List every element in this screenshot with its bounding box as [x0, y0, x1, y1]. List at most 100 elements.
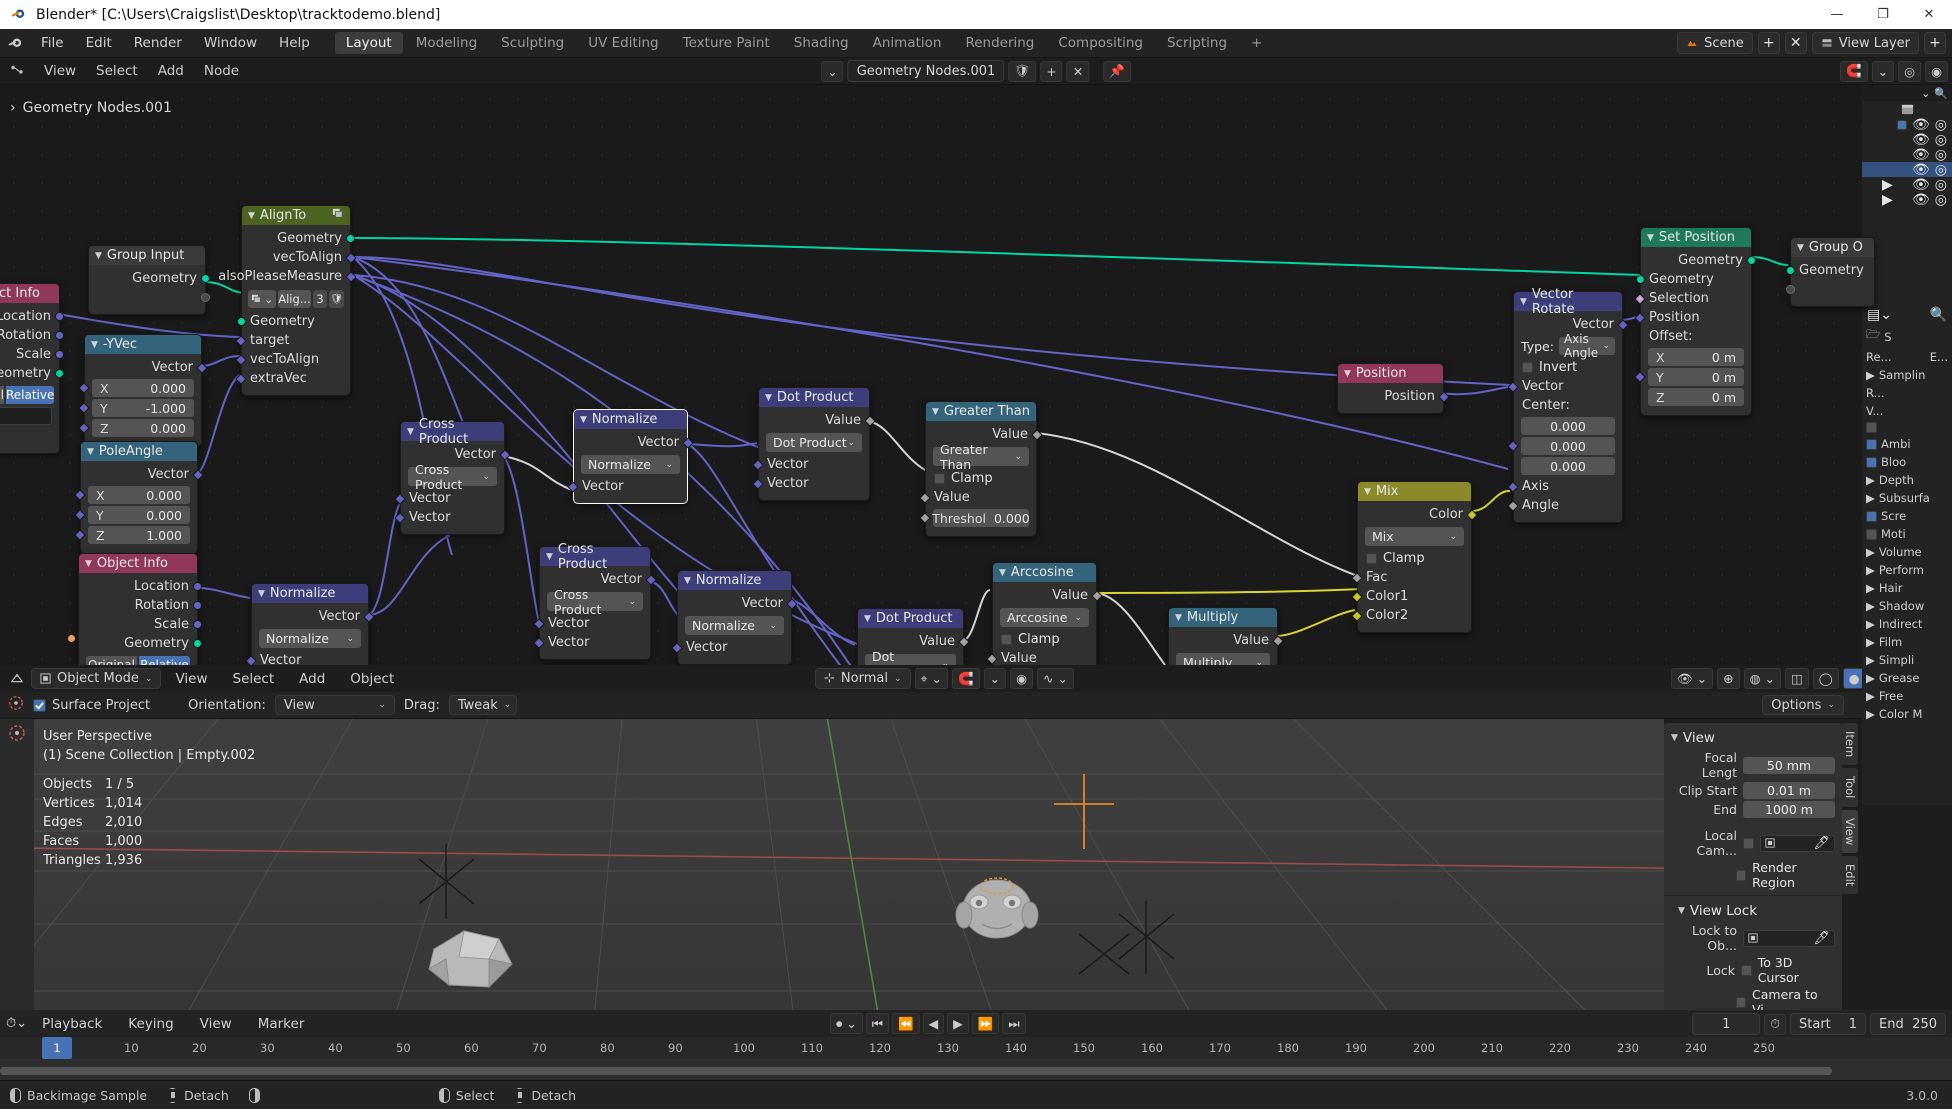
offset-z-field[interactable]: Z 0 m [1648, 388, 1744, 406]
tab-edit[interactable]: Edit [1842, 855, 1858, 895]
clip-start-value[interactable]: 0.01 m [1743, 782, 1835, 799]
viewport-menu-add[interactable]: Add [288, 668, 336, 690]
geometry-socket[interactable] [193, 638, 202, 648]
node-header[interactable]: ▼ -YVec [85, 335, 201, 354]
prop-item[interactable]: ▶ Indirect [1862, 615, 1952, 633]
geometry-socket[interactable] [1747, 255, 1756, 265]
node-dot-product-b[interactable]: ▼ Dot Product Value Dot Product ⌄ Vector… [857, 608, 970, 665]
eye-icon[interactable]: 👁 [1912, 147, 1930, 163]
node-group-input[interactable]: ▼ Group Input Geometry [88, 245, 210, 315]
output-socket-row[interactable]: Scale [0, 345, 64, 364]
viewlayer-selector[interactable]: View Layer [1811, 32, 1919, 54]
collapse-chevron-icon[interactable]: ▼ [258, 589, 265, 599]
workspace-tab-shading[interactable]: Shading [783, 32, 860, 54]
eye-icon[interactable]: 👁 [1912, 177, 1930, 193]
node-alignto-group[interactable]: ▼ AlignTo Geometry vecToAlign alsoPlease… [218, 205, 357, 396]
camera-icon[interactable]: ◎ [1935, 117, 1947, 133]
node-vector-rotate[interactable]: ▼ Vector Rotate Vector Type: Axis Angle … [1507, 287, 1629, 523]
object-socket[interactable] [67, 633, 76, 643]
expand-triangle-icon[interactable]: ▶ [1862, 177, 1893, 193]
tool-tweak-icon[interactable] [8, 724, 26, 746]
new-scene-button[interactable]: + [1757, 32, 1780, 54]
editor-type-icon[interactable] [0, 64, 34, 78]
proportional-editing-button[interactable]: ◉ [1010, 668, 1033, 689]
search-icon[interactable]: 🔍 [1930, 307, 1947, 323]
node-header[interactable]: ▼ Normalize [678, 571, 791, 590]
node-multiply[interactable]: ▼ Multiply Value Multiply ⌄ Clamp Value [1168, 607, 1284, 665]
node-greater-than[interactable]: ▼ Greater Than Value Greater Than ⌄ Clam… [919, 401, 1043, 537]
camera-icon[interactable]: ◎ [1935, 132, 1947, 148]
output-socket-row[interactable]: Geometry [89, 269, 210, 288]
geometry-socket[interactable] [1786, 265, 1795, 275]
checkbox[interactable] [1866, 510, 1877, 522]
node-object-info-top[interactable]: ▼ Object Info Location Rotation Scale Ge… [0, 283, 64, 454]
playhead[interactable]: 1 [42, 1037, 72, 1059]
workspace-tab-scripting[interactable]: Scripting [1156, 32, 1238, 54]
output-socket-row[interactable]: vecToAlign [242, 248, 357, 267]
input-socket-row[interactable]: Color2 [1351, 606, 1471, 625]
vector-socket[interactable] [193, 619, 202, 629]
editor-type-timeline-icon[interactable]: ⏱⌄ [6, 1016, 27, 1031]
node-header[interactable]: ▼ Greater Than [926, 402, 1036, 421]
prop-item[interactable]: ▶ Depth [1862, 471, 1952, 489]
prop-item[interactable]: ▶ Hair [1862, 579, 1952, 597]
outliner-row[interactable]: 👁 ◎ [1862, 147, 1952, 163]
node-normalize-a[interactable]: ▼ Normalize Vector Normalize ⌄ Vector [245, 583, 375, 665]
collapse-chevron-icon[interactable]: ▼ [95, 251, 102, 261]
prop-item[interactable]: ▶ Grease [1862, 669, 1952, 687]
view-lock-header[interactable]: ▼ View Lock [1664, 900, 1842, 922]
node-menu-node[interactable]: Node [194, 61, 249, 82]
pin-button[interactable]: 📌 [1103, 60, 1131, 82]
rotation-type-row[interactable]: Type: Axis Angle ⌄ [1521, 332, 1615, 360]
output-socket-row[interactable]: Value [858, 632, 970, 651]
node-header[interactable]: ▼ Set Position [1641, 228, 1751, 247]
transform-orientation-selector[interactable]: ⊹ Normal ⌄ [815, 668, 911, 689]
operation-select[interactable]: Greater Than ⌄ [933, 442, 1029, 472]
input-socket-row[interactable]: Vector [394, 508, 504, 527]
camera-icon[interactable]: ◎ [1935, 177, 1947, 193]
checkbox-icon[interactable] [1897, 119, 1907, 130]
node-cross-product-a[interactable]: ▼ Cross Product Vector Cross Product ⌄ V… [394, 417, 511, 535]
node-set-position[interactable]: ▼ Set Position Geometry Geometry Selecti… [1634, 227, 1756, 416]
mode-selector[interactable]: Object Mode ⌄ [31, 668, 162, 689]
render-region-checkbox[interactable] [1736, 869, 1747, 881]
invert-row[interactable]: Invert [1514, 358, 1622, 377]
unlink-scene-button[interactable]: ✕ [1784, 32, 1807, 54]
workspace-tab-layout[interactable]: Layout [334, 32, 403, 54]
eye-icon[interactable]: 👁 [1912, 132, 1930, 148]
collapse-chevron-icon[interactable]: ▼ [765, 393, 772, 403]
menu-window[interactable]: Window [193, 32, 268, 54]
viewport-menu-select[interactable]: Select [222, 668, 286, 690]
snap-options-button[interactable]: ⌄ [983, 668, 1007, 689]
input-socket-row[interactable]: Selection [1634, 289, 1751, 308]
expand-triangle-icon[interactable]: ▶ [1862, 192, 1893, 208]
blender-menu-icon[interactable] [0, 35, 30, 52]
local-camera-row[interactable]: Local Cam... 🖊 [1664, 827, 1842, 859]
group-datablock-row[interactable]: ⌄ Alig... 3 🛡 [248, 290, 344, 308]
node-header[interactable]: ▼ Dot Product [858, 609, 963, 628]
overlays-button[interactable]: ◉ [1925, 60, 1948, 82]
input-socket-row[interactable]: Vector [394, 489, 504, 508]
node-mix[interactable]: ▼ Mix Color Mix ⌄ Clamp Fac Color1 Color… [1351, 481, 1478, 633]
center-x-field[interactable]: 0.000 [1521, 417, 1615, 435]
output-socket-row[interactable]: Geometry [242, 229, 355, 248]
timeline-scrollbar[interactable] [0, 1067, 1832, 1075]
tab-view[interactable]: View [1842, 809, 1858, 853]
unlink-nodetree-button[interactable]: ✕ [1066, 60, 1090, 82]
viewport-menu-object[interactable]: Object [339, 668, 405, 690]
vector-socket[interactable] [55, 311, 64, 321]
lock-camera-to-view-checkbox[interactable] [1736, 996, 1747, 1008]
menu-help[interactable]: Help [268, 32, 321, 54]
node-object-info[interactable]: ▼ Object Info Location Rotation Scale Ge… [67, 553, 202, 665]
search-icon[interactable]: 🔍 [1934, 87, 1948, 100]
checkbox[interactable] [1866, 528, 1877, 540]
play-button[interactable]: ▶ [947, 1013, 969, 1034]
threshold-field[interactable]: Threshol 0.000 [919, 509, 1030, 527]
maximize-button[interactable]: ❐ [1860, 0, 1906, 29]
vector-socket[interactable] [55, 349, 64, 359]
input-socket-row[interactable]: Value [919, 488, 1036, 507]
jump-start-button[interactable]: ⏮ [865, 1013, 889, 1034]
play-reverse-button[interactable]: ◀ [922, 1013, 945, 1034]
menu-file[interactable]: File [30, 32, 75, 54]
geometry-socket[interactable] [55, 368, 64, 378]
